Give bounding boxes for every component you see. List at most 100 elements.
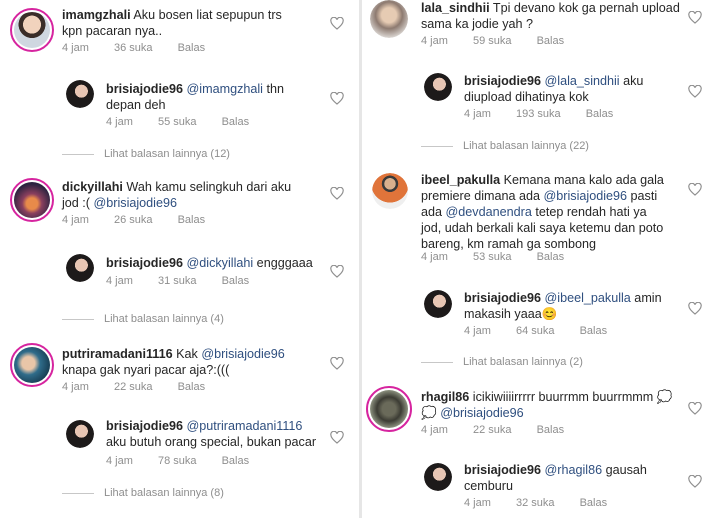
comment-username[interactable]: brisiajodie96 [106,256,183,270]
comment-likes[interactable]: 64 suka [516,325,555,337]
comment-meta: 4 jam 31 suka Balas [106,275,271,287]
reply-button[interactable]: Balas [580,497,608,509]
avatar[interactable] [66,80,94,108]
comment-meta: 4 jam 55 suka Balas [106,116,271,128]
heart-outline-icon[interactable] [688,402,702,415]
mention-link[interactable]: @putriramadani1116 [187,419,303,433]
comment-text: rhagil86 icikiwiiiirrrrr buurrmm buurrmm… [421,389,691,421]
heart-outline-icon[interactable] [688,475,702,488]
comment-text: dickyillahi Wah kamu selingkuh dari aku … [62,179,332,211]
comment-text-line: Aku bosen liat sepupun trs [133,8,282,22]
comment-text-line: Wah kamu selingkuh dari aku [126,180,292,194]
left-comment-column: imamgzhali Aku bosen liat sepupun trs kp… [0,0,359,518]
comment-likes[interactable]: 32 suka [516,497,555,509]
reply-button[interactable]: Balas [537,35,565,47]
reply-button[interactable]: Balas [178,214,206,226]
view-more-replies[interactable]: Lihat balasan lainnya (4) [62,313,224,325]
mention-link[interactable]: @rhagil86 [545,463,603,477]
comment-text-line: 💭 [421,406,441,420]
comment-username[interactable]: rhagil86 [421,390,469,404]
avatar[interactable] [10,343,54,387]
avatar[interactable] [424,73,452,101]
comment-username[interactable]: brisiajodie96 [464,463,541,477]
heart-outline-icon[interactable] [688,85,702,98]
comment-likes[interactable]: 193 suka [516,108,561,120]
view-more-replies[interactable]: Lihat balasan lainnya (22) [421,140,589,152]
comment-likes[interactable]: 22 suka [473,424,512,436]
right-comment-column: lala_sindhii Tpi devano kok ga pernah up… [362,0,720,518]
comment-text-line: jod :( [62,196,94,210]
comment-username[interactable]: brisiajodie96 [464,74,541,88]
mention-link[interactable]: @brisiajodie96 [440,406,524,420]
view-more-replies[interactable]: Lihat balasan lainnya (8) [62,487,224,499]
reply-button[interactable]: Balas [586,108,614,120]
reply-button[interactable]: Balas [178,381,206,393]
reply-button[interactable]: Balas [178,42,206,54]
comment-likes[interactable]: 55 suka [158,116,197,128]
comment-text-line: jod, udah berkali kali saya ketemu dan p… [421,221,664,235]
mention-link[interactable]: @devdanendra [446,205,532,219]
mention-link[interactable]: @ibeel_pakulla [545,291,631,305]
avatar[interactable] [424,290,452,318]
mention-link[interactable]: @brisiajodie96 [94,196,178,210]
comment-meta: 4 jam 193 suka Balas [464,108,635,120]
comment-time: 4 jam [464,108,491,120]
comment-text-line: aku [619,74,644,88]
reply-button[interactable]: Balas [537,424,565,436]
reply-button[interactable]: Balas [222,455,250,467]
comment-likes[interactable]: 36 suka [114,42,153,54]
avatar[interactable] [370,0,408,38]
comment-username[interactable]: brisiajodie96 [464,291,541,305]
avatar[interactable] [372,173,408,209]
heart-outline-icon[interactable] [688,11,702,24]
heart-outline-icon[interactable] [330,187,344,200]
heart-outline-icon[interactable] [330,431,344,444]
comment-username[interactable]: dickyillahi [62,180,123,194]
mention-link[interactable]: @imamgzhali [187,82,263,96]
view-more-replies[interactable]: Lihat balasan lainnya (2) [421,356,583,368]
comment-username[interactable]: brisiajodie96 [106,82,183,96]
comment-likes[interactable]: 22 suka [114,381,153,393]
heart-outline-icon[interactable] [330,357,344,370]
mention-link[interactable]: @dickyillahi [187,256,254,270]
mention-link[interactable]: @lala_sindhii [545,74,620,88]
view-more-replies[interactable]: Lihat balasan lainnya (12) [62,148,230,160]
comment-likes[interactable]: 31 suka [158,275,197,287]
avatar[interactable] [66,420,94,448]
comment-text-line: Tpi devano kok ga pernah upload [492,1,680,15]
mention-link[interactable]: @brisiajodie96 [201,347,285,361]
comment-meta: 4 jam 26 suka Balas [62,214,227,226]
comment-time: 4 jam [421,424,448,436]
avatar[interactable] [66,254,94,282]
comment-time: 4 jam [421,35,448,47]
comment-meta: 4 jam 78 suka Balas [106,455,271,467]
reply-button[interactable]: Balas [580,325,608,337]
avatar[interactable] [424,463,452,491]
comment-username[interactable]: putriramadani1116 [62,347,173,361]
mention-link[interactable]: @brisiajodie96 [544,189,628,203]
reply-button[interactable]: Balas [537,251,565,263]
comment-username[interactable]: lala_sindhii [421,1,490,15]
comment-text-line: knapa gak nyari pacar aja?:((( [62,363,230,377]
comment-meta: 4 jam 32 suka Balas [464,497,629,509]
comment-likes[interactable]: 59 suka [473,35,512,47]
comment-likes[interactable]: 78 suka [158,455,197,467]
avatar[interactable] [10,8,54,52]
heart-outline-icon[interactable] [330,17,344,30]
comment-likes[interactable]: 26 suka [114,214,153,226]
comment-text: brisiajodie96 @ibeel_pakulla amin makasi… [464,290,684,322]
avatar[interactable] [10,178,54,222]
comment-username[interactable]: ibeel_pakulla [421,173,500,187]
comment-likes[interactable]: 53 suka [473,251,512,263]
heart-outline-icon[interactable] [688,302,702,315]
reply-button[interactable]: Balas [222,116,250,128]
comment-username[interactable]: imamgzhali [62,8,131,22]
reply-button[interactable]: Balas [222,275,250,287]
heart-outline-icon[interactable] [688,183,702,196]
comment-username[interactable]: brisiajodie96 [106,419,183,433]
avatar[interactable] [366,386,412,432]
heart-outline-icon[interactable] [330,265,344,278]
comment-text: brisiajodie96 @rhagil86 gausah cemburu [464,462,684,494]
comment-text-line: sama ka jodie yah ? [421,17,534,31]
heart-outline-icon[interactable] [330,92,344,105]
